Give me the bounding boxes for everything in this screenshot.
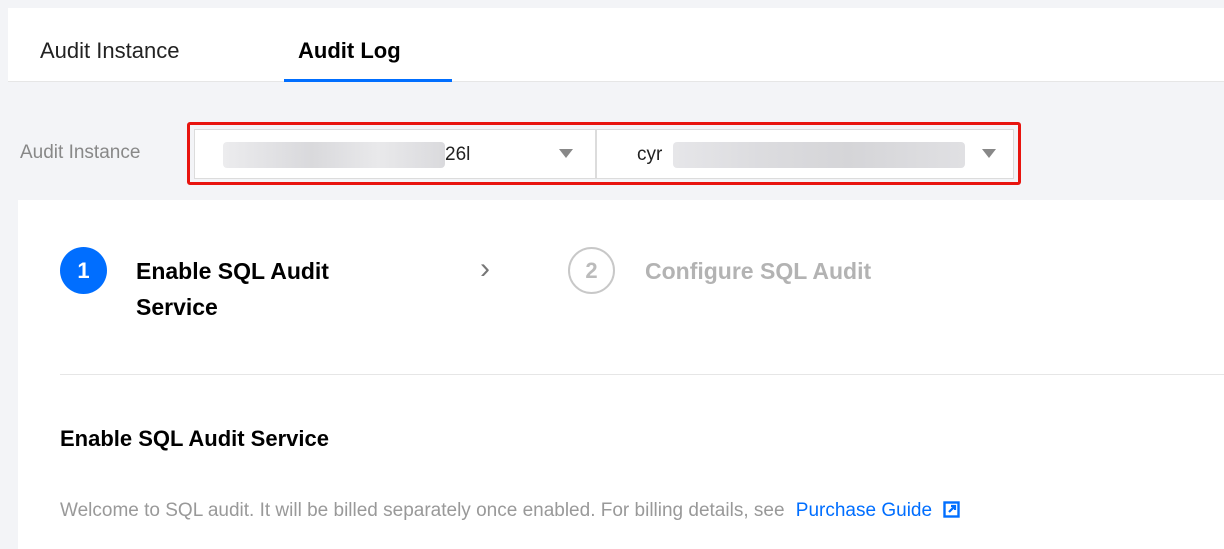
tab-bar: Audit Instance Audit Log: [8, 8, 1224, 82]
section-description: Welcome to SQL audit. It will be billed …: [60, 500, 961, 522]
purchase-guide-label: Purchase Guide: [795, 500, 933, 521]
external-link-icon: [943, 501, 961, 518]
description-text: Welcome to SQL audit. It will be billed …: [60, 500, 785, 521]
main-card: 1 Enable SQL Audit Service › 2 Configure…: [18, 200, 1224, 549]
divider: [60, 374, 1224, 375]
active-tab-indicator: [284, 79, 452, 82]
chevron-right-icon: ›: [480, 252, 490, 285]
tab-audit-instance[interactable]: Audit Instance: [40, 38, 179, 64]
purchase-guide-link[interactable]: Purchase Guide: [796, 500, 961, 521]
tab-audit-log[interactable]: Audit Log: [298, 38, 401, 64]
section-title: Enable SQL Audit Service: [60, 426, 329, 451]
step-2-number: 2: [568, 247, 615, 294]
step-2-title: Configure SQL Audit: [645, 258, 872, 284]
highlight-box: [187, 122, 1021, 185]
audit-instance-label: Audit Instance: [20, 142, 141, 163]
step-1-title: Enable SQL Audit Service: [136, 258, 329, 320]
step-1-number: 1: [60, 247, 107, 294]
